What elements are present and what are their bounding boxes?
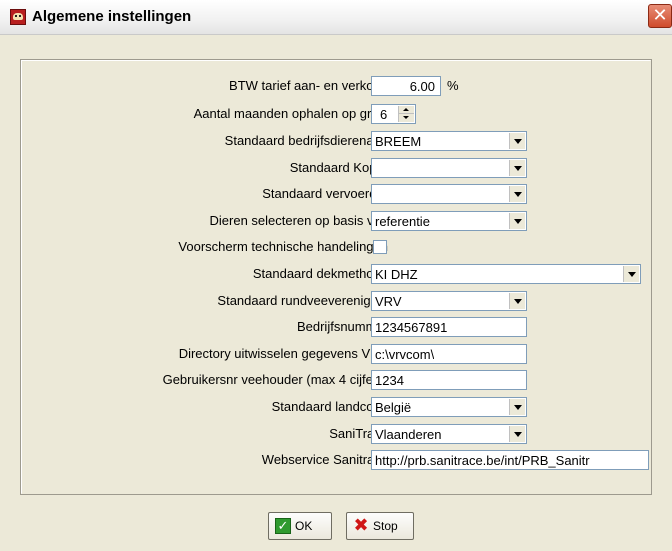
dropdown-arrow-icon[interactable]	[509, 160, 525, 176]
koper-select[interactable]	[371, 158, 527, 178]
dierenarts-select[interactable]: BREEM	[371, 131, 527, 151]
vereniging-select[interactable]: VRV	[371, 291, 527, 311]
selecteren-label: Dieren selecteren op basis van	[209, 213, 389, 228]
dierenarts-label: Standaard bedrijfsdierenarts	[224, 133, 388, 148]
gebruiker-label: Gebruikersnr veehouder (max 4 cijfers)	[162, 372, 388, 387]
row-webservice: Webservice Sanitrace http://prb.sanitrac…	[21, 450, 653, 470]
spin-up-icon[interactable]	[398, 106, 414, 114]
directory-label: Directory uitwisselen gegevens VRV	[178, 346, 388, 361]
cow-icon	[10, 9, 26, 25]
gebruiker-value: 1234	[375, 373, 404, 388]
row-selecteren: Dieren selecteren op basis van referenti…	[21, 211, 653, 231]
voorscherm-label: Voorscherm technische handelingen	[178, 239, 388, 254]
bedrijfsnr-input[interactable]: 1234567891	[371, 317, 527, 337]
vereniging-label: Standaard rundveevereniging	[217, 293, 388, 308]
stop-button-label: Stop	[373, 519, 398, 533]
row-voorscherm: Voorscherm technische handelingen	[21, 237, 653, 257]
landcode-value: België	[375, 400, 412, 415]
landcode-select[interactable]: België	[371, 397, 527, 417]
ok-button[interactable]: ✓ OK	[268, 512, 332, 540]
vervoerder-select[interactable]	[371, 184, 527, 204]
directory-value: c:\vrvcom\	[375, 347, 435, 362]
webservice-value: http://prb.sanitrace.be/int/PRB_Sanitr	[375, 453, 590, 468]
dekmethode-select[interactable]: KI DHZ	[371, 264, 641, 284]
webservice-label: Webservice Sanitrace	[261, 452, 388, 467]
directory-input[interactable]: c:\vrvcom\	[371, 344, 527, 364]
red-x-icon: ✖	[353, 515, 369, 535]
row-koper: Standaard Koper	[21, 158, 653, 178]
gebruiker-input[interactable]: 1234	[371, 370, 527, 390]
dropdown-arrow-icon[interactable]	[509, 399, 525, 415]
dropdown-arrow-icon[interactable]	[509, 426, 525, 442]
settings-panel: BTW tarief aan- en verkoop 6.00 % Aantal…	[20, 59, 652, 495]
row-dierenarts: Standaard bedrijfsdierenarts BREEM	[21, 131, 653, 151]
btw-label: BTW tarief aan- en verkoop	[229, 78, 388, 93]
dekmethode-label: Standaard dekmethode	[252, 266, 388, 281]
vervoerder-label: Standaard vervoerder	[262, 186, 388, 201]
sanitrace-select[interactable]: Vlaanderen	[371, 424, 527, 444]
row-directory: Directory uitwisselen gegevens VRV c:\vr…	[21, 344, 653, 364]
sanitrace-value: Vlaanderen	[375, 427, 442, 442]
row-dekmethode: Standaard dekmethode KI DHZ	[21, 264, 653, 284]
dierenarts-value: BREEM	[375, 134, 422, 149]
dropdown-arrow-icon[interactable]	[509, 133, 525, 149]
voorscherm-checkbox[interactable]	[373, 240, 387, 254]
row-btw: BTW tarief aan- en verkoop 6.00 %	[21, 76, 653, 96]
btw-value: 6.00	[409, 79, 435, 94]
dropdown-arrow-icon[interactable]	[509, 186, 525, 202]
row-landcode: Standaard landcode België	[21, 397, 653, 417]
maanden-spinner[interactable]: 6	[371, 104, 416, 124]
ok-button-label: OK	[295, 519, 313, 533]
window-title: Algemene instellingen	[32, 8, 192, 25]
webservice-input[interactable]: http://prb.sanitrace.be/int/PRB_Sanitr	[371, 450, 649, 470]
vereniging-value: VRV	[375, 294, 402, 309]
selecteren-value: referentie	[375, 214, 430, 229]
row-vervoerder: Standaard vervoerder	[21, 184, 653, 204]
row-gebruiker: Gebruikersnr veehouder (max 4 cijfers) 1…	[21, 370, 653, 390]
settings-window: Algemene instellingen ✕ BTW tarief aan- …	[0, 0, 672, 551]
row-sanitrace: SaniTrace Vlaanderen	[21, 424, 653, 444]
dropdown-arrow-icon[interactable]	[509, 293, 525, 309]
close-button[interactable]: ✕	[648, 4, 672, 28]
bedrijfsnr-value: 1234567891	[375, 320, 448, 335]
maanden-label: Aantal maanden ophalen op grids	[193, 106, 388, 121]
row-maanden: Aantal maanden ophalen op grids 6	[21, 104, 653, 124]
maanden-value: 6	[380, 107, 388, 122]
dekmethode-value: KI DHZ	[375, 267, 418, 282]
dropdown-arrow-icon[interactable]	[509, 213, 525, 229]
row-bedrijfsnr: Bedrijfsnummer 1234567891	[21, 317, 653, 337]
dropdown-arrow-icon[interactable]	[623, 266, 639, 282]
title-bar: Algemene instellingen ✕	[0, 0, 672, 35]
btw-unit: %	[447, 78, 459, 93]
spin-down-icon[interactable]	[398, 114, 414, 122]
row-vereniging: Standaard rundveevereniging VRV	[21, 291, 653, 311]
stop-button[interactable]: ✖ Stop	[346, 512, 414, 540]
checkmark-icon: ✓	[275, 518, 291, 534]
btw-input[interactable]: 6.00	[371, 76, 441, 96]
selecteren-select[interactable]: referentie	[371, 211, 527, 231]
